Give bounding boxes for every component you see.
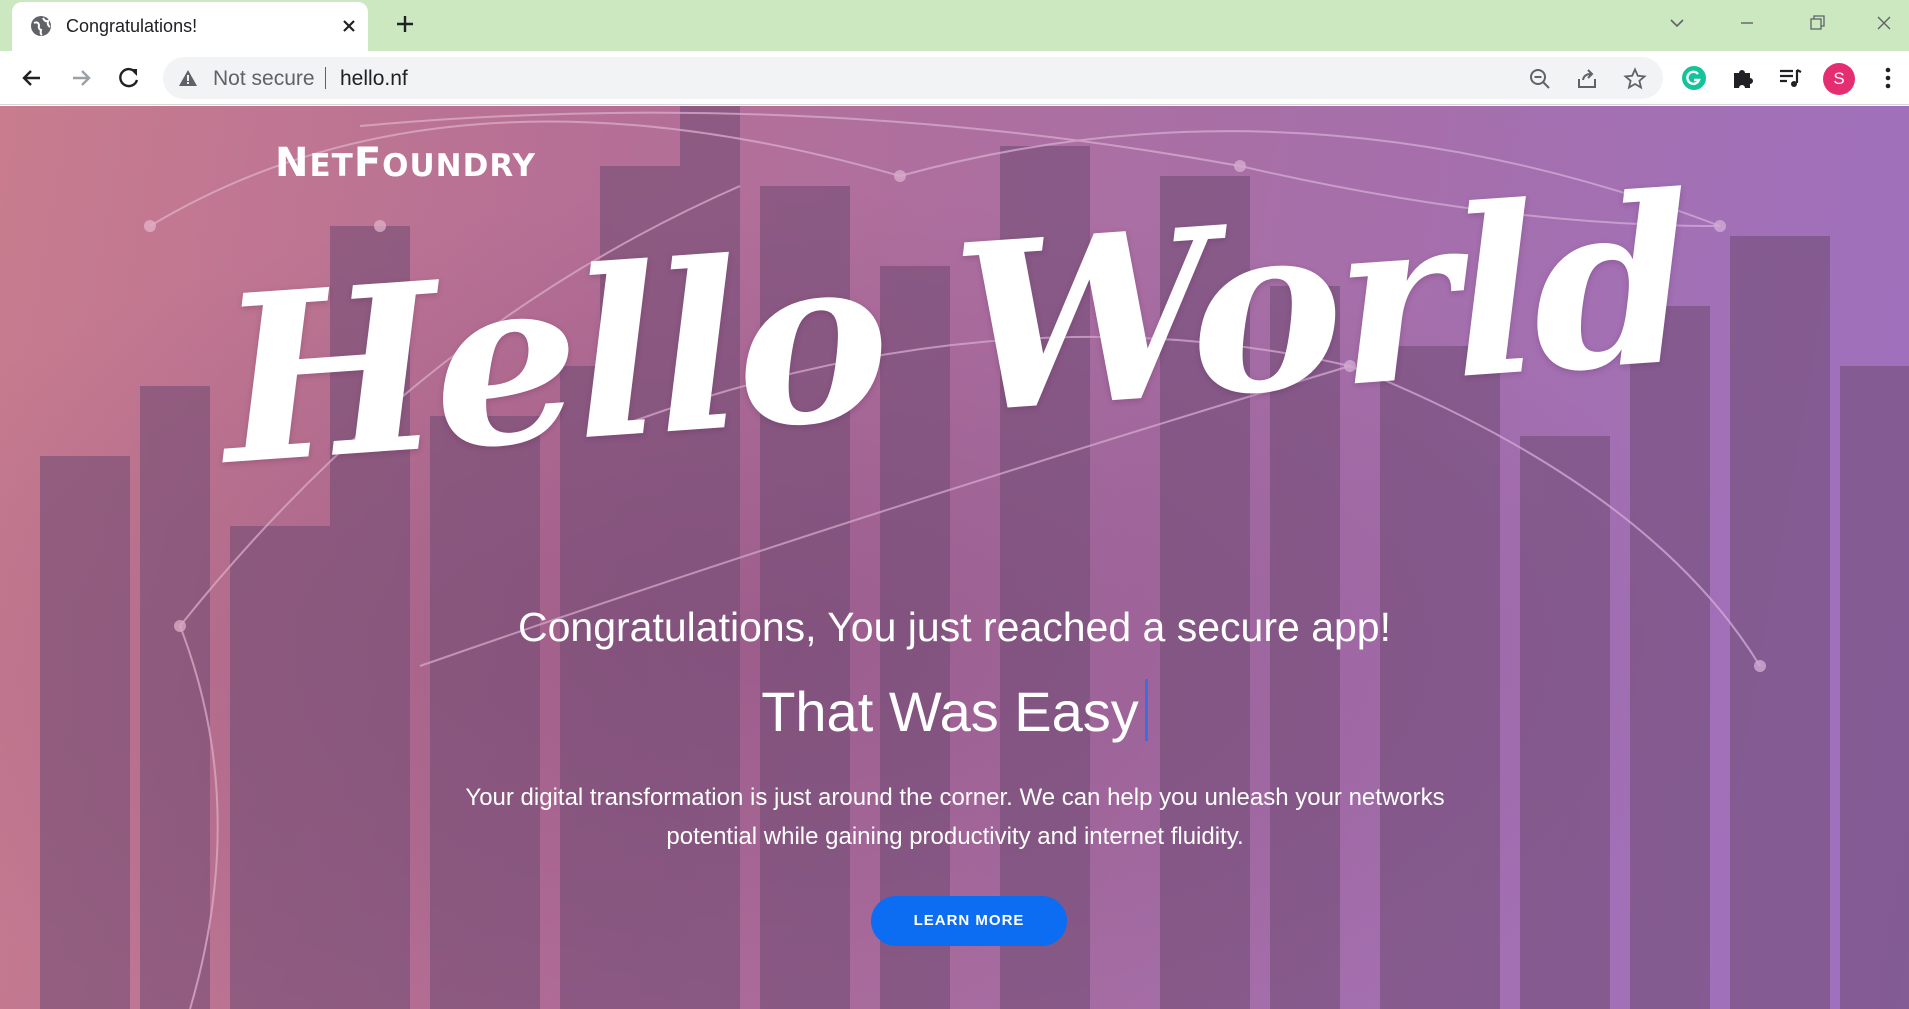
extensions-puzzle-icon[interactable] — [1729, 64, 1757, 92]
browser-toolbar: Not secure hello.nf S — [0, 51, 1909, 105]
close-tab-icon[interactable] — [336, 13, 362, 39]
new-tab-icon[interactable] — [391, 10, 419, 38]
warning-icon[interactable] — [178, 68, 198, 88]
typing-caret — [1144, 679, 1148, 741]
restore-icon[interactable] — [1799, 8, 1835, 38]
close-window-icon[interactable] — [1866, 8, 1902, 38]
netfoundry-logo[interactable]: NETFOUNDRY — [275, 140, 536, 186]
learn-more-button[interactable]: LEARN MORE — [871, 896, 1067, 946]
logo-part: ET — [309, 148, 354, 184]
forward-arrow-icon[interactable] — [67, 64, 95, 92]
omnibox-divider — [325, 67, 326, 89]
page-viewport: NETFOUNDRY Hello World Congratulations, … — [0, 106, 1909, 1009]
url-text[interactable]: hello.nf — [340, 67, 408, 91]
share-icon[interactable] — [1575, 67, 1599, 91]
congratulations-text: Congratulations, You just reached a secu… — [518, 604, 1391, 650]
not-secure-label[interactable]: Not secure — [213, 67, 315, 91]
logo-part: OUNDRY — [382, 148, 536, 184]
zoom-out-icon[interactable] — [1528, 67, 1552, 91]
logo-part: F — [353, 140, 383, 186]
profile-avatar[interactable]: S — [1823, 63, 1855, 95]
reload-icon[interactable] — [115, 64, 143, 92]
back-arrow-icon[interactable] — [18, 64, 46, 92]
description-paragraph: Your digital transformation is just arou… — [465, 784, 1445, 850]
globe-icon — [31, 16, 51, 36]
logo-part: N — [275, 140, 310, 186]
grammarly-icon[interactable] — [1680, 64, 1708, 92]
address-bar[interactable]: Not secure hello.nf — [163, 57, 1663, 99]
tagline-text: That Was Easy — [761, 680, 1139, 743]
tab-strip: Congratulations! — [0, 0, 1909, 51]
tagline: That Was Easy — [0, 679, 1909, 744]
tab-congratulations[interactable]: Congratulations! — [12, 2, 368, 51]
minimize-icon[interactable] — [1729, 8, 1765, 38]
more-menu-icon[interactable] — [1874, 64, 1902, 92]
tab-title: Congratulations! — [66, 16, 198, 36]
tab-search-icon[interactable] — [1659, 8, 1695, 38]
media-control-icon[interactable] — [1776, 64, 1804, 92]
star-icon[interactable] — [1623, 67, 1647, 91]
